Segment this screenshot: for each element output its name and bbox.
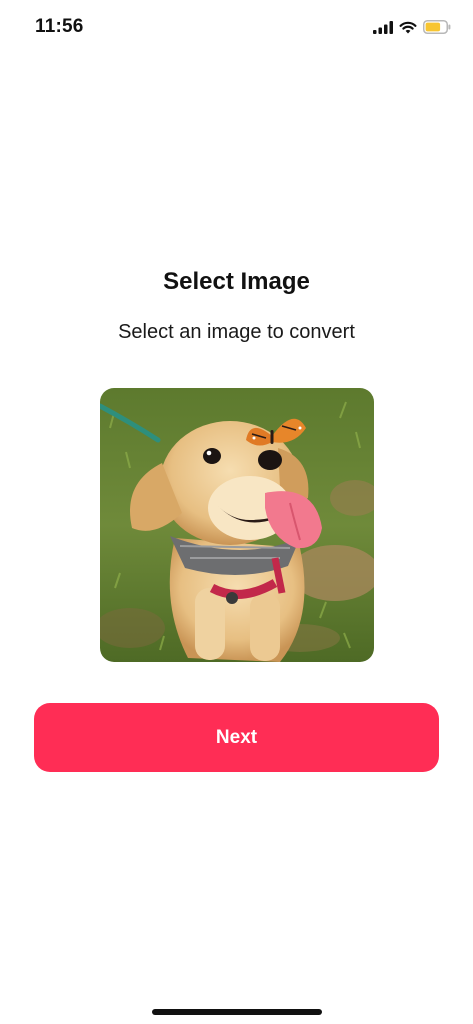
page-subtitle: Select an image to convert (118, 321, 355, 343)
page-title: Select Image (163, 268, 310, 295)
next-button-label: Next (215, 726, 258, 748)
selected-image[interactable] (100, 388, 374, 662)
battery-icon (423, 20, 451, 34)
signal-icon (373, 20, 393, 34)
home-indicator[interactable] (152, 1009, 322, 1015)
puppy-photo-illustration (100, 388, 374, 662)
wifi-icon (399, 21, 417, 34)
next-button[interactable]: Next (34, 703, 439, 772)
status-bar: 11:56 (0, 0, 473, 58)
status-time: 11:56 (35, 16, 84, 37)
status-icons (373, 18, 451, 36)
